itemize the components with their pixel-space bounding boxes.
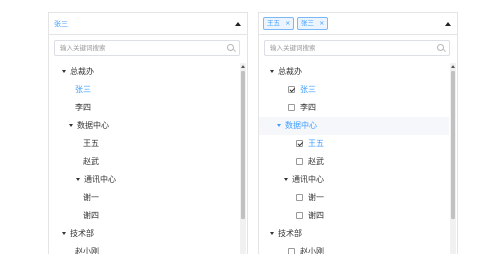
tree-node-label: 张三 [300, 85, 316, 94]
tree-node-selected[interactable]: 张三 [49, 81, 239, 99]
tree-node[interactable]: 赵小刚 [259, 243, 449, 254]
expand-arrow-icon[interactable] [270, 70, 274, 73]
tree-node[interactable]: 谢四 [49, 207, 239, 225]
selected-tag: 王五 × [263, 17, 295, 30]
tree-node-label: 数据中心 [285, 121, 317, 130]
checkbox[interactable] [288, 248, 295, 254]
tag-label: 王五 [267, 19, 280, 27]
checkbox-checked[interactable] [288, 86, 295, 93]
expand-arrow-icon[interactable] [270, 232, 274, 235]
checkbox[interactable] [296, 194, 303, 201]
select-trigger[interactable]: 张三 [49, 13, 247, 35]
tag-close-icon[interactable]: × [319, 18, 324, 29]
tree-node[interactable]: 张三 [259, 81, 449, 99]
checkbox[interactable] [296, 212, 303, 219]
tree-node-label: 张三 [75, 85, 91, 94]
expand-arrow-icon[interactable] [69, 124, 73, 127]
single-select-panel: 张三 总裁办 张三 李四 数据中心 王五 赵武 通讯中心 [48, 12, 248, 254]
tree-node-label: 总裁办 [70, 67, 94, 76]
checkbox[interactable] [296, 158, 303, 165]
tree-node[interactable]: 赵武 [259, 153, 449, 171]
search-input[interactable] [55, 41, 225, 55]
tree-node-label: 谢一 [308, 193, 324, 202]
scroll-up-arrow-icon[interactable] [451, 65, 455, 68]
search-input[interactable] [265, 41, 435, 55]
tree-node-label: 赵小刚 [300, 247, 324, 254]
tree-node-label: 赵武 [308, 157, 324, 166]
scrollbar-thumb[interactable] [451, 71, 455, 219]
expand-arrow-icon[interactable] [277, 124, 281, 127]
expand-arrow-icon[interactable] [76, 178, 80, 181]
tree-node[interactable]: 谢四 [259, 207, 449, 225]
selected-tag: 张三 × [297, 17, 329, 30]
tree-node-group[interactable]: 技术部 [49, 225, 239, 243]
scrollbar[interactable] [240, 63, 246, 254]
tree-node-label: 谢四 [83, 211, 99, 220]
tree-node[interactable]: 王五 [49, 135, 239, 153]
expand-arrow-icon[interactable] [62, 70, 66, 73]
tree-node-label: 李四 [300, 103, 316, 112]
checkbox-checked[interactable] [296, 140, 303, 147]
expand-arrow-icon[interactable] [62, 232, 66, 235]
selected-value: 张三 [54, 20, 68, 28]
tree-node-label: 王五 [83, 139, 99, 148]
checkbox[interactable] [288, 104, 295, 111]
scroll-up-arrow-icon[interactable] [241, 65, 245, 68]
tree-list: 总裁办 张三 李四 数据中心 王五 赵武 通讯中心 谢一 谢四 技术部 赵小刚 [49, 63, 239, 254]
caret-up-icon[interactable] [235, 22, 241, 26]
tree-node-group[interactable]: 通讯中心 [49, 171, 239, 189]
search-icon[interactable] [227, 44, 234, 51]
tree-node[interactable]: 谢一 [49, 189, 239, 207]
search-icon[interactable] [437, 44, 444, 51]
select-trigger[interactable]: 王五 × 张三 × [259, 13, 457, 35]
search-box [54, 40, 240, 56]
tree-node-group-hover[interactable]: 数据中心 [259, 117, 449, 135]
tree-node[interactable]: 谢一 [259, 189, 449, 207]
tree-node-label: 赵小刚 [75, 247, 99, 254]
tree-node-label: 通讯中心 [292, 175, 324, 184]
tree-node-group[interactable]: 总裁办 [49, 63, 239, 81]
tree-list: 总裁办 张三 李四 数据中心 王五 赵武 通讯中心 谢一 谢四 技术部 赵小刚 [259, 63, 449, 254]
tree-node-label: 谢四 [308, 211, 324, 220]
scrollbar[interactable] [450, 63, 456, 254]
tree-node-label: 总裁办 [278, 67, 302, 76]
tree-node-label: 技术部 [278, 229, 302, 238]
tree-node[interactable]: 赵武 [49, 153, 239, 171]
tree-node-label: 赵武 [83, 157, 99, 166]
multi-select-panel: 王五 × 张三 × 总裁办 张三 李四 数据中心 王五 [258, 12, 458, 254]
tag-close-icon[interactable]: × [285, 18, 290, 29]
tree-node-label: 谢一 [83, 193, 99, 202]
tree-node[interactable]: 赵小刚 [49, 243, 239, 254]
tree-node-label: 技术部 [70, 229, 94, 238]
caret-up-icon[interactable] [445, 22, 451, 26]
tree-node-group[interactable]: 技术部 [259, 225, 449, 243]
tree-node-group[interactable]: 通讯中心 [259, 171, 449, 189]
tree-node-group[interactable]: 总裁办 [259, 63, 449, 81]
tree-node[interactable]: 李四 [259, 99, 449, 117]
tree-node-label: 李四 [75, 103, 91, 112]
tree-node-label: 王五 [308, 139, 324, 148]
tree-node-group[interactable]: 数据中心 [49, 117, 239, 135]
tree-node[interactable]: 王五 [259, 135, 449, 153]
search-box [264, 40, 450, 56]
tree-node-label: 数据中心 [77, 121, 109, 130]
tree-node[interactable]: 李四 [49, 99, 239, 117]
tag-label: 张三 [301, 19, 314, 27]
scrollbar-thumb[interactable] [241, 71, 245, 219]
expand-arrow-icon[interactable] [284, 178, 288, 181]
tree-node-label: 通讯中心 [84, 175, 116, 184]
